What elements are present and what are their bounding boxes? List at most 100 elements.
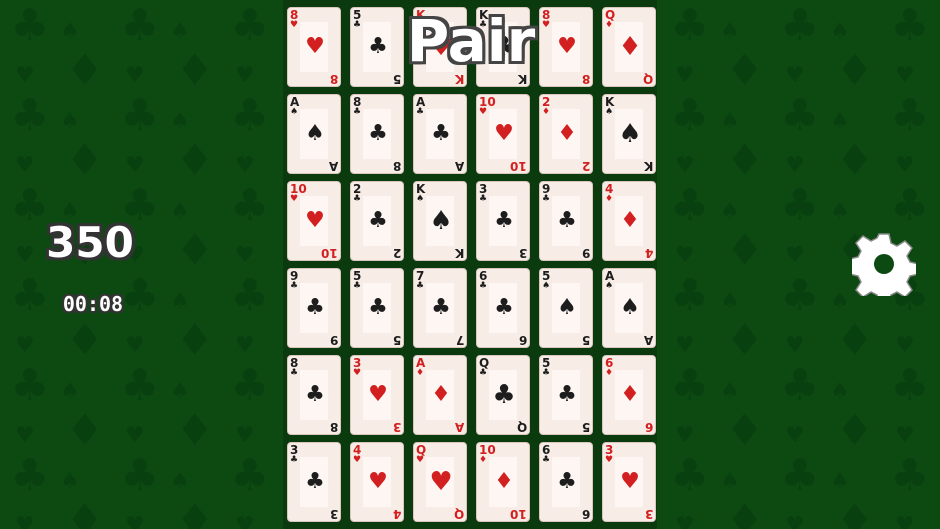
score-display: 350 xyxy=(46,218,134,267)
card-center-suit-icon: ♠ xyxy=(557,295,577,320)
card-suit-icon: ♥ xyxy=(353,368,362,378)
playing-card[interactable]: 9 ♣ ♣ 9 xyxy=(287,268,341,348)
playing-card[interactable]: A ♦ ♦ A xyxy=(413,355,467,435)
card-rank-bottom: 6 xyxy=(644,420,653,434)
card-center-suit-icon: ♠ xyxy=(305,121,325,146)
card-suit-icon: ♦ xyxy=(416,368,425,378)
playing-card[interactable]: 3 ♣ ♣ 3 xyxy=(476,181,530,261)
card-suit-icon: ♥ xyxy=(290,194,299,204)
card-suit-icon: ♥ xyxy=(353,455,362,465)
card-center-suit-icon: ♦ xyxy=(618,32,641,62)
card-center-suit-icon: ♣ xyxy=(305,382,325,407)
playing-card[interactable]: 2 ♦ ♦ 2 xyxy=(539,94,593,174)
card-center-suit-icon: ♣ xyxy=(305,295,325,320)
card-rank-bottom: 3 xyxy=(644,507,653,521)
card-rank-bottom: 10 xyxy=(321,246,338,260)
playing-card[interactable]: 4 ♥ ♥ 4 xyxy=(350,442,404,522)
playing-card[interactable]: 10 ♥ ♥ 10 xyxy=(476,94,530,174)
playing-card[interactable]: 9 ♣ ♣ 9 xyxy=(539,181,593,261)
playing-card[interactable]: 10 ♥ ♥ 10 xyxy=(287,181,341,261)
card-suit-icon: ♣ xyxy=(479,194,488,204)
card-rank-bottom: Q xyxy=(516,420,527,434)
playing-card[interactable]: K ♠ ♠ K xyxy=(602,94,656,174)
card-suit-icon: ♣ xyxy=(290,455,299,465)
playing-card[interactable]: 7 ♣ ♣ 7 xyxy=(413,268,467,348)
playing-card[interactable]: 8 ♣ ♣ 8 xyxy=(350,94,404,174)
card-suit-icon: ♣ xyxy=(290,368,299,378)
playing-card[interactable]: 3 ♥ ♥ 3 xyxy=(602,442,656,522)
card-suit-icon: ♣ xyxy=(416,281,425,291)
card-center-suit-icon: ♦ xyxy=(431,382,451,407)
playing-card[interactable]: Q ♣ ♣ Q xyxy=(476,355,530,435)
card-rank-bottom: 9 xyxy=(329,333,338,347)
playing-card[interactable]: Q ♦ ♦ Q xyxy=(602,7,656,87)
card-center-suit-icon: ♠ xyxy=(429,206,452,236)
card-suit-icon: ♠ xyxy=(605,107,614,117)
playing-card[interactable]: A ♣ ♣ A xyxy=(413,94,467,174)
card-suit-icon: ♣ xyxy=(542,194,551,204)
card-rank-bottom: K xyxy=(517,72,527,86)
card-rank-bottom: 10 xyxy=(510,507,527,521)
card-rank-bottom: 5 xyxy=(581,420,590,434)
playing-card[interactable]: 3 ♣ ♣ 3 xyxy=(287,442,341,522)
card-rank-bottom: 6 xyxy=(518,333,527,347)
playing-card[interactable]: 5 ♠ ♠ 5 xyxy=(539,268,593,348)
playing-card[interactable]: 2 ♣ ♣ 2 xyxy=(350,181,404,261)
card-center-suit-icon: ♦ xyxy=(494,469,514,494)
card-center-suit-icon: ♦ xyxy=(620,382,640,407)
playing-card[interactable]: 8 ♣ ♣ 8 xyxy=(287,355,341,435)
card-suit-icon: ♦ xyxy=(605,194,614,204)
card-center-suit-icon: ♦ xyxy=(620,208,640,233)
playing-card[interactable]: A ♠ ♠ A xyxy=(602,268,656,348)
card-suit-icon: ♣ xyxy=(353,281,362,291)
card-center-suit-icon: ♥ xyxy=(557,34,577,59)
card-center-suit-icon: ♣ xyxy=(431,295,451,320)
playing-card[interactable]: 5 ♣ ♣ 5 xyxy=(539,355,593,435)
card-suit-icon: ♣ xyxy=(353,107,362,117)
card-rank-bottom: A xyxy=(454,420,464,434)
card-rank-bottom: 8 xyxy=(329,72,338,86)
card-center-suit-icon: ♣ xyxy=(492,380,515,410)
card-rank-bottom: 4 xyxy=(644,246,653,260)
gear-icon[interactable] xyxy=(852,232,916,296)
card-rank-bottom: 2 xyxy=(581,159,590,173)
card-center-suit-icon: ♣ xyxy=(557,469,577,494)
card-suit-icon: ♥ xyxy=(605,455,614,465)
card-center-suit-icon: ♣ xyxy=(305,469,325,494)
card-suit-icon: ♠ xyxy=(416,194,425,204)
playing-card[interactable]: 6 ♣ ♣ 6 xyxy=(539,442,593,522)
card-center-suit-icon: ♣ xyxy=(557,208,577,233)
playing-card[interactable]: A ♠ ♠ A xyxy=(287,94,341,174)
playing-card[interactable]: 8 ♥ ♥ 8 xyxy=(287,7,341,87)
card-suit-icon: ♣ xyxy=(479,20,488,30)
playing-card[interactable]: K ♣ ♣ K xyxy=(476,7,530,87)
playing-card[interactable]: Q ♥ ♥ Q xyxy=(413,442,467,522)
playing-card[interactable]: 3 ♥ ♥ 3 xyxy=(350,355,404,435)
card-suit-icon: ♥ xyxy=(479,107,488,117)
card-center-suit-icon: ♥ xyxy=(305,208,325,233)
playing-card[interactable]: 6 ♦ ♦ 6 xyxy=(602,355,656,435)
playing-card[interactable]: 8 ♥ ♥ 8 xyxy=(539,7,593,87)
card-center-suit-icon: ♥ xyxy=(429,32,452,62)
card-rank-bottom: 2 xyxy=(392,246,401,260)
card-suit-icon: ♠ xyxy=(290,107,299,117)
playing-card[interactable]: 5 ♣ ♣ 5 xyxy=(350,268,404,348)
card-rank-bottom: 4 xyxy=(392,507,401,521)
playing-card[interactable]: 6 ♣ ♣ 6 xyxy=(476,268,530,348)
card-center-suit-icon: ♣ xyxy=(368,121,388,146)
card-rank-bottom: K xyxy=(454,246,464,260)
card-rank-bottom: 7 xyxy=(455,333,464,347)
playing-card[interactable]: 10 ♦ ♦ 10 xyxy=(476,442,530,522)
card-center-suit-icon: ♣ xyxy=(368,208,388,233)
playing-card[interactable]: K ♥ ♥ K xyxy=(413,7,467,87)
card-center-suit-icon: ♥ xyxy=(305,34,325,59)
card-rank-bottom: 8 xyxy=(329,420,338,434)
card-rank-bottom: 8 xyxy=(581,72,590,86)
playing-card[interactable]: 4 ♦ ♦ 4 xyxy=(602,181,656,261)
card-rank-bottom: K xyxy=(454,72,464,86)
card-suit-icon: ♥ xyxy=(542,20,551,30)
card-rank-bottom: 6 xyxy=(581,507,590,521)
playing-card[interactable]: K ♠ ♠ K xyxy=(413,181,467,261)
playing-card[interactable]: 5 ♣ ♣ 5 xyxy=(350,7,404,87)
card-suit-icon: ♣ xyxy=(416,107,425,117)
